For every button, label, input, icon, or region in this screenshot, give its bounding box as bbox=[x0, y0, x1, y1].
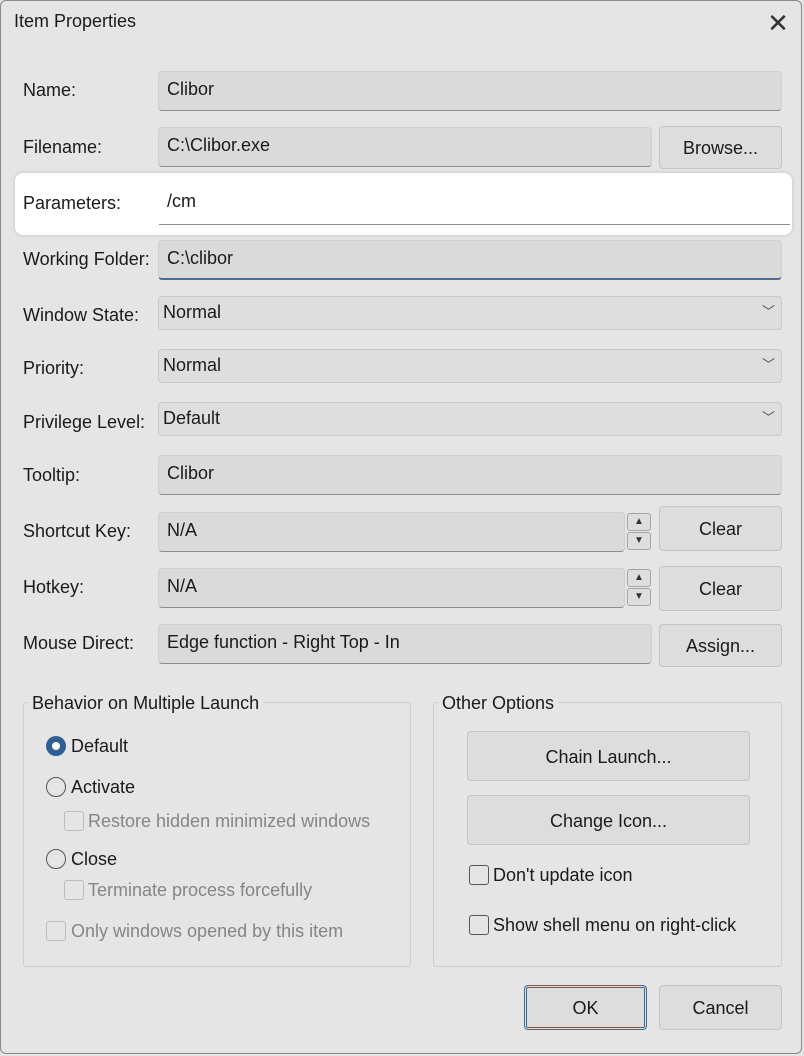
default-radio-label: Default bbox=[71, 736, 129, 756]
privilege-level-label: Privilege Level: bbox=[23, 412, 146, 432]
hotkey-input[interactable]: N/A bbox=[158, 568, 625, 608]
only-windows-checkbox[interactable] bbox=[46, 921, 66, 941]
terminate-checkbox[interactable] bbox=[64, 880, 84, 900]
priority-value: Normal bbox=[163, 355, 222, 375]
tooltip-label: Tooltip: bbox=[23, 465, 81, 485]
parameters-input[interactable]: /cm bbox=[159, 184, 790, 225]
name-label: Name: bbox=[23, 80, 77, 100]
change-icon-button[interactable]: Change Icon... bbox=[467, 795, 750, 845]
mouse-direct-label: Mouse Direct: bbox=[23, 633, 135, 653]
show-shell-menu-label: Show shell menu on right-click bbox=[493, 915, 737, 935]
window-state-select[interactable]: Normal ﹀ bbox=[158, 296, 782, 330]
parameters-label: Parameters: bbox=[23, 193, 122, 213]
terminate-label: Terminate process forcefully bbox=[88, 880, 313, 900]
dont-update-icon-checkbox[interactable] bbox=[469, 865, 489, 885]
filename-input[interactable]: C:\Clibor.exe bbox=[158, 127, 652, 167]
only-windows-label: Only windows opened by this item bbox=[71, 921, 344, 941]
clear-hotkey-button[interactable]: Clear bbox=[659, 566, 782, 611]
activate-radio-label: Activate bbox=[71, 777, 136, 797]
ok-button[interactable]: OK bbox=[524, 985, 647, 1030]
close-icon[interactable]: ✕ bbox=[763, 9, 793, 39]
mouse-direct-input[interactable]: Edge function - Right Top - In bbox=[158, 624, 652, 664]
restore-hidden-checkbox[interactable] bbox=[64, 811, 84, 831]
tooltip-input[interactable]: Clibor bbox=[158, 455, 782, 495]
shortcut-spin-up-icon[interactable]: ▲ bbox=[627, 513, 651, 531]
chain-launch-button[interactable]: Chain Launch... bbox=[467, 731, 750, 781]
browse-button[interactable]: Browse... bbox=[659, 126, 782, 169]
chevron-down-icon: ﹀ bbox=[761, 410, 775, 425]
priority-select[interactable]: Normal ﹀ bbox=[158, 349, 782, 383]
item-properties-dialog: Item Properties ✕ Name: Clibor Filename:… bbox=[0, 0, 802, 1054]
privilege-level-value: Default bbox=[163, 408, 221, 428]
hotkey-label: Hotkey: bbox=[23, 577, 85, 597]
priority-label: Priority: bbox=[23, 358, 85, 378]
restore-hidden-label: Restore hidden minimized windows bbox=[88, 811, 371, 831]
close-radio-label: Close bbox=[71, 849, 118, 869]
privilege-level-select[interactable]: Default ﹀ bbox=[158, 402, 782, 436]
name-input[interactable]: Clibor bbox=[158, 71, 782, 111]
activate-radio[interactable] bbox=[46, 777, 66, 797]
chevron-down-icon: ﹀ bbox=[761, 304, 775, 319]
window-state-label: Window State: bbox=[23, 305, 140, 325]
shortcut-key-label: Shortcut Key: bbox=[23, 521, 132, 541]
working-folder-input[interactable]: C:\clibor bbox=[158, 240, 782, 280]
assign-button[interactable]: Assign... bbox=[659, 624, 782, 667]
close-radio[interactable] bbox=[46, 849, 66, 869]
show-shell-menu-checkbox[interactable] bbox=[469, 915, 489, 935]
cancel-button[interactable]: Cancel bbox=[659, 985, 782, 1030]
clear-shortcut-button[interactable]: Clear bbox=[659, 506, 782, 551]
hotkey-spin-down-icon[interactable]: ▼ bbox=[627, 588, 651, 606]
behavior-group-title: Behavior on Multiple Launch bbox=[28, 693, 264, 714]
parameters-highlight: Parameters: /cm bbox=[15, 173, 792, 235]
hotkey-spin-up-icon[interactable]: ▲ bbox=[627, 569, 651, 587]
shortcut-key-input[interactable]: N/A bbox=[158, 512, 625, 552]
window-state-value: Normal bbox=[163, 302, 222, 322]
filename-label: Filename: bbox=[23, 137, 103, 157]
dont-update-icon-label: Don't update icon bbox=[493, 865, 633, 885]
window-title: Item Properties bbox=[14, 11, 137, 31]
shortcut-spin-down-icon[interactable]: ▼ bbox=[627, 532, 651, 550]
working-folder-label: Working Folder: bbox=[23, 249, 150, 269]
other-options-title: Other Options bbox=[438, 693, 559, 714]
default-radio[interactable] bbox=[46, 736, 66, 756]
chevron-down-icon: ﹀ bbox=[761, 357, 775, 372]
